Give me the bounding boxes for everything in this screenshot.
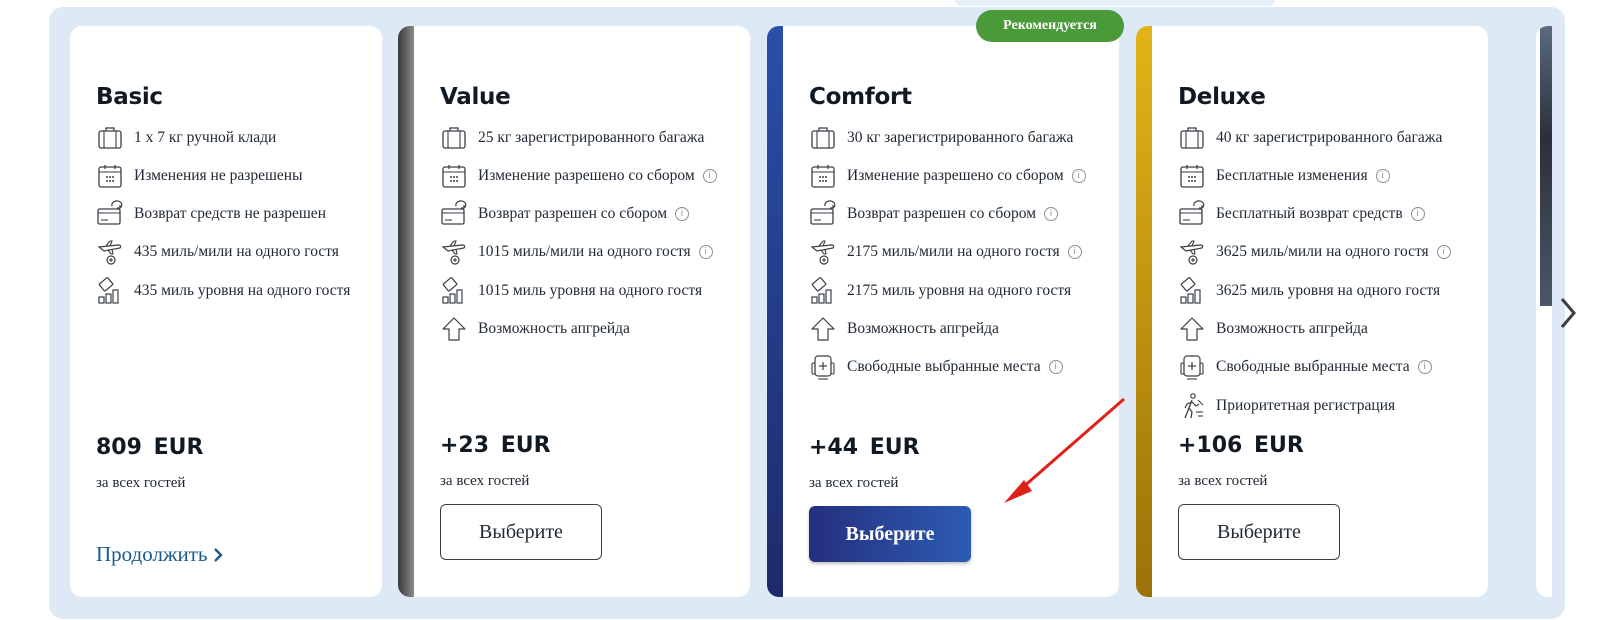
price-note: за всех гостей [809, 475, 899, 491]
feature-row: Изменение разрешено со сбором i [440, 161, 717, 191]
annotation-arrow [1004, 397, 1125, 503]
chevron-right-icon[interactable] [1556, 293, 1580, 333]
feature-row: 40 кг зарегистрированного багажа [1178, 123, 1442, 153]
tier-miles-icon [809, 277, 837, 305]
fare-price: +23 EUR [440, 433, 551, 458]
plane-miles-icon [1178, 238, 1206, 266]
plane-miles-icon [440, 238, 468, 266]
feature-row: 1015 миль/мили на одного гостя i [440, 237, 713, 267]
fare-card-basic: Basic 1 x 7 кг ручной клади Изменения не… [70, 26, 382, 597]
feature-row: Свободные выбранные места i [1178, 352, 1432, 382]
baggage-icon [1178, 124, 1206, 152]
info-icon[interactable]: i [1436, 245, 1451, 259]
fare-price: +44 EUR [809, 435, 920, 460]
feature-row: 3625 миль/мили на одного гостя i [1178, 237, 1451, 267]
upgrade-icon [440, 315, 468, 343]
card-accent-stripe [398, 26, 414, 597]
select-comfort-button[interactable]: Выберите [809, 506, 971, 562]
next-card-preview [1536, 26, 1552, 597]
top-strip [955, 0, 1275, 6]
price-note: за всех гостей [440, 473, 530, 489]
baggage-icon [440, 124, 468, 152]
info-icon[interactable]: i [1375, 169, 1390, 183]
feature-row: 30 кг зарегистрированного багажа [809, 123, 1073, 153]
tier-miles-icon [1178, 277, 1206, 305]
fare-card-value: Value 25 кг зарегистрированного багажа И… [398, 26, 750, 597]
priority-checkin-icon [1178, 392, 1206, 420]
feature-row: Приоритетная регистрация [1178, 391, 1395, 421]
feature-row: Возможность апгрейда [809, 314, 999, 344]
calendar-icon [96, 162, 124, 190]
feature-row: 435 миль уровня на одного гостя [96, 276, 350, 306]
info-icon[interactable]: i [1048, 360, 1063, 374]
plane-miles-icon [809, 238, 837, 266]
feature-row: 25 кг зарегистрированного багажа [440, 123, 704, 153]
feature-row: 1 x 7 кг ручной клади [96, 123, 276, 153]
calendar-icon [809, 162, 837, 190]
upgrade-icon [1178, 315, 1206, 343]
price-note: за всех гостей [96, 475, 186, 491]
refund-icon [809, 200, 837, 228]
feature-row: Изменения не разрешены [96, 161, 303, 191]
info-icon[interactable]: i [702, 169, 717, 183]
feature-row: 2175 миль уровня на одного гостя [809, 276, 1071, 306]
card-image [1540, 26, 1552, 306]
fare-title: Basic [96, 84, 163, 110]
info-icon[interactable]: i [1044, 207, 1058, 221]
fare-card-deluxe: Deluxe 40 кг зарегистрированного багажа … [1136, 26, 1488, 597]
seat-icon [809, 353, 837, 381]
info-icon[interactable]: i [1410, 207, 1425, 221]
tier-miles-icon [96, 277, 124, 305]
feature-row: Бесплатный возврат средств i [1178, 199, 1425, 229]
fare-card-comfort: Comfort 30 кг зарегистрированного багажа… [767, 26, 1119, 597]
select-deluxe-button[interactable]: Выберите [1178, 504, 1340, 560]
feature-row: Изменение разрешено со сбором i [809, 161, 1086, 191]
recommended-badge: Рекомендуется [976, 10, 1124, 42]
tier-miles-icon [440, 277, 468, 305]
fare-title: Deluxe [1178, 84, 1266, 110]
baggage-icon [809, 124, 837, 152]
fare-price: 809 EUR [96, 435, 204, 460]
fare-price: +106 EUR [1178, 433, 1304, 458]
info-icon[interactable]: i [698, 245, 713, 259]
calendar-icon [440, 162, 468, 190]
fare-title: Comfort [809, 84, 912, 110]
upgrade-icon [809, 315, 837, 343]
feature-row: 2175 миль/мили на одного гостя i [809, 237, 1082, 267]
baggage-icon [96, 124, 124, 152]
info-icon[interactable]: i [1067, 245, 1082, 259]
feature-row: Возврат разрешен со сбором i [809, 199, 1058, 229]
chevron-right-icon [214, 547, 224, 562]
card-accent-stripe [1136, 26, 1152, 597]
feature-row: Возможность апгрейда [440, 314, 630, 344]
refund-icon [96, 200, 124, 228]
price-note: за всех гостей [1178, 473, 1268, 489]
feature-row: Возможность апгрейда [1178, 314, 1368, 344]
feature-row: Возврат разрешен со сбором i [440, 199, 689, 229]
select-value-button[interactable]: Выберите [440, 504, 602, 560]
info-icon[interactable]: i [1071, 169, 1086, 183]
feature-row: 435 миль/мили на одного гостя [96, 237, 339, 267]
seat-icon [1178, 353, 1206, 381]
calendar-icon [1178, 162, 1206, 190]
feature-row: 1015 миль уровня на одного гостя [440, 276, 702, 306]
feature-row: 3625 миль уровня на одного гостя [1178, 276, 1440, 306]
fare-title: Value [440, 84, 511, 110]
feature-row: Возврат средств не разрешен [96, 199, 326, 229]
refund-icon [440, 200, 468, 228]
continue-link[interactable]: Продолжить [96, 542, 225, 567]
feature-row: Бесплатные изменения i [1178, 161, 1390, 191]
plane-miles-icon [96, 238, 124, 266]
info-icon[interactable]: i [675, 207, 689, 221]
feature-row: Свободные выбранные места i [809, 352, 1063, 382]
card-accent-stripe [767, 26, 783, 597]
refund-icon [1178, 200, 1206, 228]
info-icon[interactable]: i [1417, 360, 1432, 374]
